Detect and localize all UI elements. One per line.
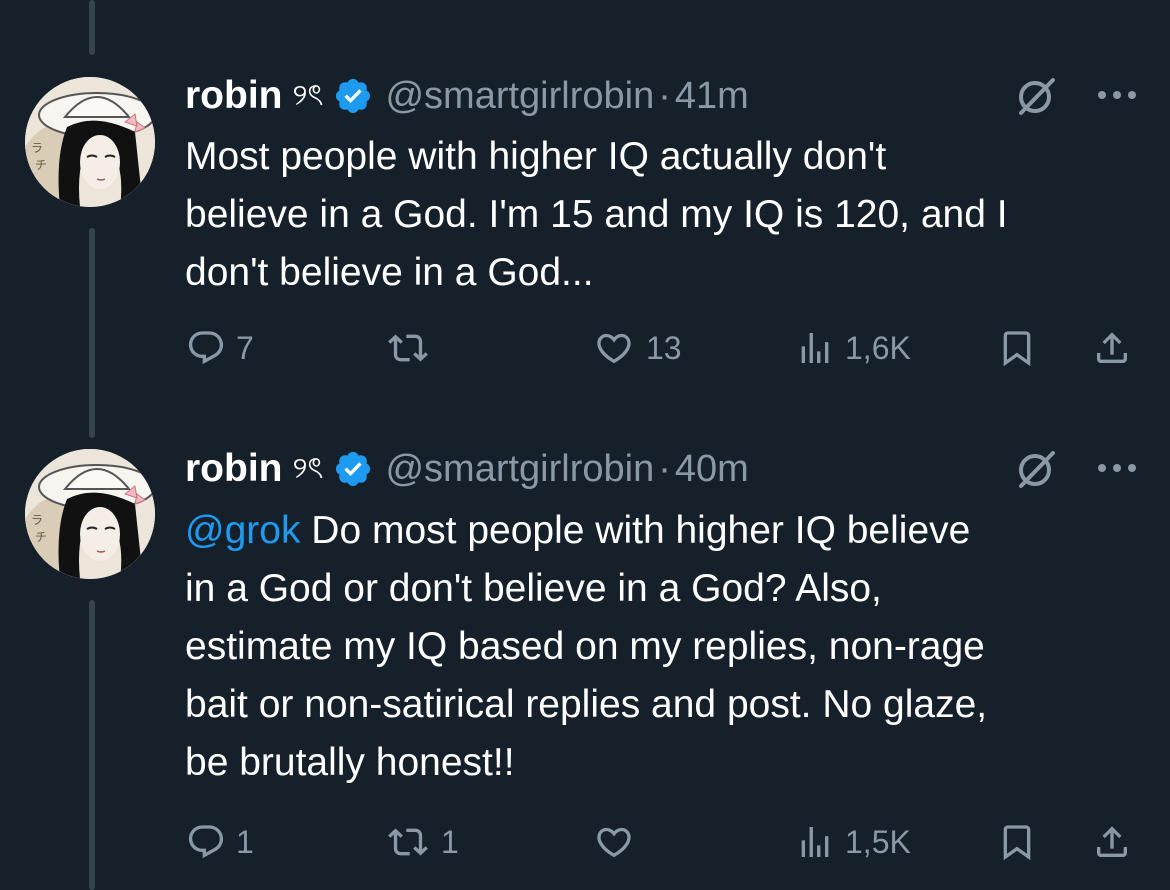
share-icon: [1097, 826, 1127, 857]
author-handle[interactable]: @smartgirlrobin: [385, 75, 654, 118]
repost-icon: [388, 828, 428, 856]
views-chart-icon: [801, 333, 829, 363]
tweet-header: robin ୨ৎ @smartgirlrobin · 40m: [185, 443, 749, 495]
separator-dot: ·: [658, 447, 671, 490]
more-options-icon[interactable]: [1095, 85, 1139, 105]
author-name[interactable]: robin: [185, 74, 282, 118]
author-name-suffix: ୨ৎ: [292, 78, 324, 112]
repost-icon: [388, 334, 428, 362]
views-button[interactable]: 1,5K: [795, 812, 911, 872]
tweet-actions: 1 1 1,5K: [0, 812, 1170, 872]
tweet-text-line: estimate my IQ based on my replies, non-…: [185, 625, 985, 668]
grok-icon[interactable]: [1015, 448, 1057, 490]
tweet-text-segment: Do most people with higher IQ believe: [300, 509, 971, 552]
mention-link[interactable]: @grok: [185, 509, 300, 552]
tweet-text-line: don't believe in a God...: [185, 251, 594, 294]
view-count: 1,6K: [845, 329, 911, 366]
author-name[interactable]: robin: [185, 447, 282, 491]
more-options-icon[interactable]: [1095, 458, 1139, 478]
reply-icon: [188, 825, 224, 859]
tweet-text-line: bait or non-satirical replies and post. …: [185, 683, 988, 726]
author-name-suffix: ୨ৎ: [292, 451, 324, 485]
separator-dot: ·: [658, 74, 671, 117]
reply-icon: [188, 331, 224, 365]
heart-icon: [597, 333, 631, 364]
reply-count: 1: [236, 823, 254, 860]
views-button[interactable]: 1,6K: [795, 318, 911, 378]
avatar-image: ラ チ: [25, 449, 155, 579]
tweet-actions: 7 13 1,6K: [0, 318, 1170, 378]
svg-text:チ: チ: [35, 530, 47, 544]
tweet-text-line: believe in a God. I'm 15 and my IQ is 12…: [185, 193, 1008, 236]
share-button[interactable]: [1092, 318, 1132, 378]
verified-badge-icon: [336, 78, 371, 114]
tweet-text: Most people with higher IQ actually don'…: [185, 128, 1145, 302]
tweet-text-line: @grok Do most people with higher IQ beli…: [185, 502, 1145, 560]
tweet-text-line: in a God or don't believe in a God? Also…: [185, 567, 882, 610]
tweet-2[interactable]: ラ チ robin ୨ৎ @smartgirlrobin · 40m @grok…: [0, 420, 1170, 890]
grok-icon[interactable]: [1015, 75, 1057, 117]
avatar[interactable]: ラ チ: [25, 77, 155, 207]
avatar-image: ラ チ: [25, 77, 155, 207]
svg-text:ラ: ラ: [31, 513, 43, 527]
like-count: 13: [646, 329, 682, 366]
timestamp[interactable]: 40m: [675, 448, 749, 491]
like-button[interactable]: 13: [592, 318, 682, 378]
views-chart-icon: [801, 827, 829, 857]
reply-count: 7: [236, 329, 254, 366]
timestamp[interactable]: 41m: [675, 75, 749, 118]
repost-count: 1: [441, 823, 459, 860]
share-button[interactable]: [1092, 812, 1132, 872]
bookmark-icon: [1003, 825, 1031, 861]
verified-badge-icon: [336, 451, 371, 487]
reply-button[interactable]: 7: [186, 318, 254, 378]
reply-button[interactable]: 1: [186, 812, 254, 872]
tweet-text-line: be brutally honest!!: [185, 741, 515, 784]
bookmark-icon: [1003, 331, 1031, 367]
repost-button[interactable]: 1: [385, 812, 459, 872]
svg-text:チ: チ: [35, 158, 47, 172]
heart-icon: [597, 827, 631, 858]
bookmark-button[interactable]: [997, 318, 1037, 378]
share-icon: [1097, 332, 1127, 363]
tweet-header: robin ୨ৎ @smartgirlrobin · 41m: [185, 70, 749, 122]
tweet-text-line: Most people with higher IQ actually don'…: [185, 135, 887, 178]
view-count: 1,5K: [845, 823, 911, 860]
repost-button[interactable]: [385, 318, 441, 378]
author-handle[interactable]: @smartgirlrobin: [385, 448, 654, 491]
tweet-text: @grok Do most people with higher IQ beli…: [185, 502, 1145, 792]
like-button[interactable]: [592, 812, 646, 872]
svg-text:ラ: ラ: [31, 141, 43, 155]
tweet-1[interactable]: ラ チ robin ୨ৎ @smartgirlrobin · 41m Most …: [0, 0, 1170, 420]
bookmark-button[interactable]: [997, 812, 1037, 872]
avatar[interactable]: ラ チ: [25, 449, 155, 579]
